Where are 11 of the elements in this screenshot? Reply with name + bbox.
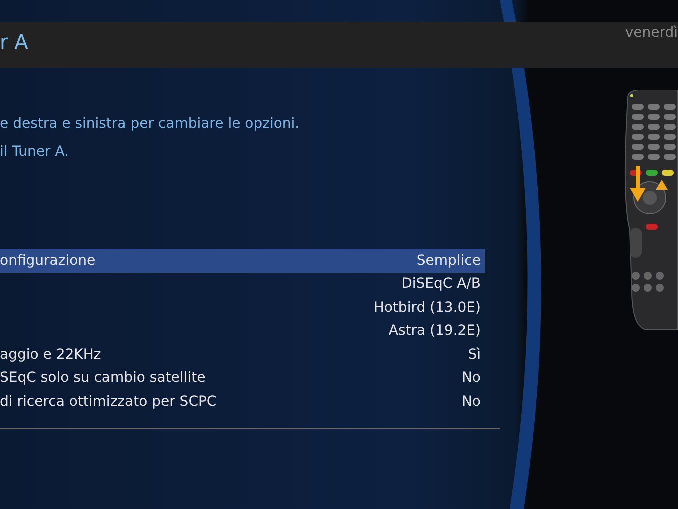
screen-title: r A [0, 30, 28, 54]
setting-row[interactable]: SEqC solo su cambio satellite No [0, 366, 485, 390]
setting-row[interactable]: Astra (19.2E) [0, 320, 485, 343]
setting-row[interactable]: DiSEqC A/B [0, 272, 485, 296]
setting-row[interactable]: di ricerca ottimizzato per SCPC No [0, 390, 485, 414]
setting-row[interactable]: Hotbird (13.0E) [0, 296, 485, 320]
setting-row[interactable]: onfigurazione Semplice [0, 249, 485, 272]
help-text: e destra e sinistra per cambiare le opzioni. [0, 116, 301, 132]
help-text: il Tuner A. [0, 144, 70, 160]
date-label: venerdì [625, 25, 678, 41]
setting-row[interactable]: aggio e 22KHz Sì [0, 343, 485, 366]
